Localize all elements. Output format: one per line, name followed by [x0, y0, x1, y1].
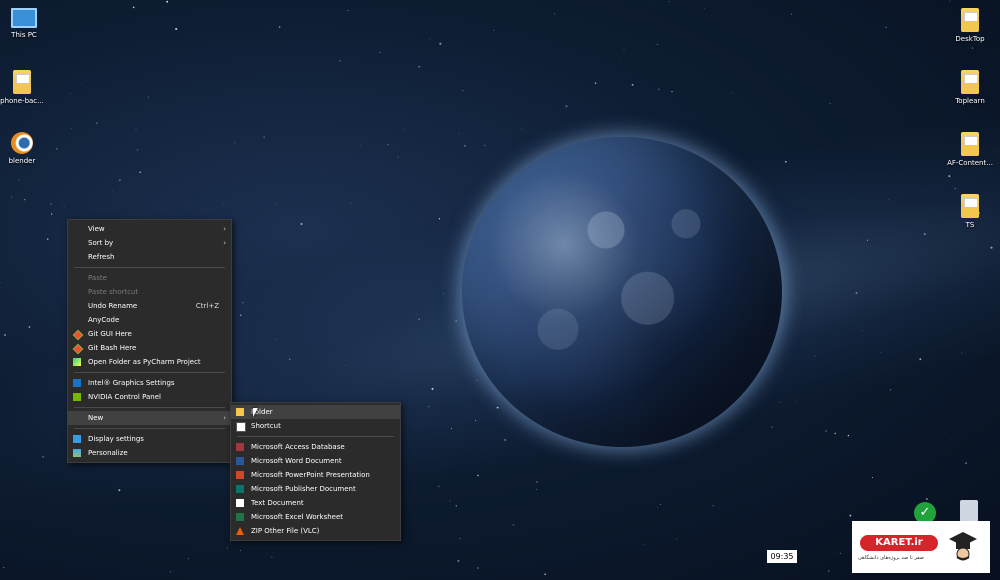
menu-separator — [74, 407, 225, 408]
submenu-item-text[interactable]: Text Document — [231, 496, 400, 510]
menu-item-undo-rename[interactable]: Undo Rename Ctrl+Z — [68, 299, 231, 313]
display-icon — [73, 435, 81, 443]
desktop-icon-af-content[interactable]: AF-Content... — [940, 132, 1000, 167]
planet — [462, 137, 782, 447]
nvidia-icon — [73, 393, 81, 401]
blender-icon — [11, 132, 33, 154]
recycle-bin-icon[interactable] — [960, 500, 978, 522]
powerpoint-icon — [236, 471, 244, 479]
menu-separator — [74, 428, 225, 429]
menu-separator — [74, 372, 225, 373]
word-icon — [236, 457, 244, 465]
watermark-logo: KARET.ir صفر تا صد پروژه‌های دانشگاهی — [852, 521, 990, 573]
mouse-pointer-icon — [253, 408, 263, 417]
submenu-item-publisher[interactable]: Microsoft Publisher Document — [231, 482, 400, 496]
desktop-icon-phone-backup[interactable]: phone-bac... — [0, 70, 52, 105]
menu-item-display-settings[interactable]: Display settings — [68, 432, 231, 446]
menu-item-personalize[interactable]: Personalize — [68, 446, 231, 460]
menu-item-nvidia[interactable]: NVIDIA Control Panel — [68, 390, 231, 404]
folder-icon — [13, 70, 31, 94]
folder-icon — [236, 408, 244, 416]
desktop-icon-ts[interactable]: TS — [940, 194, 1000, 229]
submenu-item-zip[interactable]: ZIP Other File (VLC) — [231, 524, 400, 538]
menu-separator — [74, 267, 225, 268]
chevron-right-icon: › — [223, 225, 226, 233]
new-submenu: Folder Shortcut Microsoft Access Databas… — [230, 402, 401, 541]
desktop-icon-blender[interactable]: blender — [0, 132, 52, 165]
git-icon — [72, 329, 84, 341]
intel-icon — [73, 379, 81, 387]
menu-item-refresh[interactable]: Refresh — [68, 250, 231, 264]
access-icon — [236, 443, 244, 451]
menu-item-git-bash[interactable]: Git Bash Here — [68, 341, 231, 355]
publisher-icon — [236, 485, 244, 493]
menu-item-paste: Paste — [88, 274, 107, 282]
submenu-item-word[interactable]: Microsoft Word Document — [231, 454, 400, 468]
desktop-icon-toplearn[interactable]: Toplearn — [940, 70, 1000, 105]
folder-icon — [961, 194, 979, 218]
desktop-icon-desktop[interactable]: DeskTop — [940, 8, 1000, 43]
desktop-icon-this-pc[interactable]: This PC — [0, 8, 54, 39]
folder-icon — [961, 132, 979, 156]
submenu-item-shortcut[interactable]: Shortcut — [231, 419, 400, 433]
folder-icon — [961, 8, 979, 32]
karet-logo: KARET.ir — [860, 535, 938, 551]
watermark-tagline: صفر تا صد پروژه‌های دانشگاهی — [858, 555, 924, 561]
menu-item-view[interactable]: View › — [68, 222, 231, 236]
clock: 09:35 — [767, 550, 797, 563]
menu-separator — [237, 436, 394, 437]
pc-icon — [11, 8, 37, 28]
chevron-right-icon: › — [223, 414, 226, 422]
menu-item-anycode[interactable]: AnyCode — [68, 313, 231, 327]
git-icon — [72, 343, 84, 355]
menu-item-pycharm[interactable]: Open Folder as PyCharm Project — [68, 355, 231, 369]
shortcut-icon — [236, 422, 246, 432]
menu-item-git-gui[interactable]: Git GUI Here — [68, 327, 231, 341]
menu-item-new[interactable]: New › — [68, 411, 231, 425]
text-document-icon — [236, 499, 244, 507]
folder-icon — [961, 70, 979, 94]
menu-item-sort-by[interactable]: Sort by › — [68, 236, 231, 250]
submenu-item-powerpoint[interactable]: Microsoft PowerPoint Presentation — [231, 468, 400, 482]
menu-item-intel-graphics[interactable]: Intel® Graphics Settings — [68, 376, 231, 390]
vlc-icon — [236, 527, 244, 535]
personalize-icon — [73, 449, 81, 457]
chevron-right-icon: › — [223, 239, 226, 247]
pycharm-icon — [73, 358, 81, 366]
graduation-cap-icon — [949, 532, 977, 561]
menu-item-paste-shortcut: Paste shortcut — [88, 288, 139, 296]
submenu-item-excel[interactable]: Microsoft Excel Worksheet — [231, 510, 400, 524]
desktop-context-menu: View › Sort by › Refresh Paste Paste short… — [67, 219, 232, 463]
submenu-item-access[interactable]: Microsoft Access Database — [231, 440, 400, 454]
excel-icon — [236, 513, 244, 521]
